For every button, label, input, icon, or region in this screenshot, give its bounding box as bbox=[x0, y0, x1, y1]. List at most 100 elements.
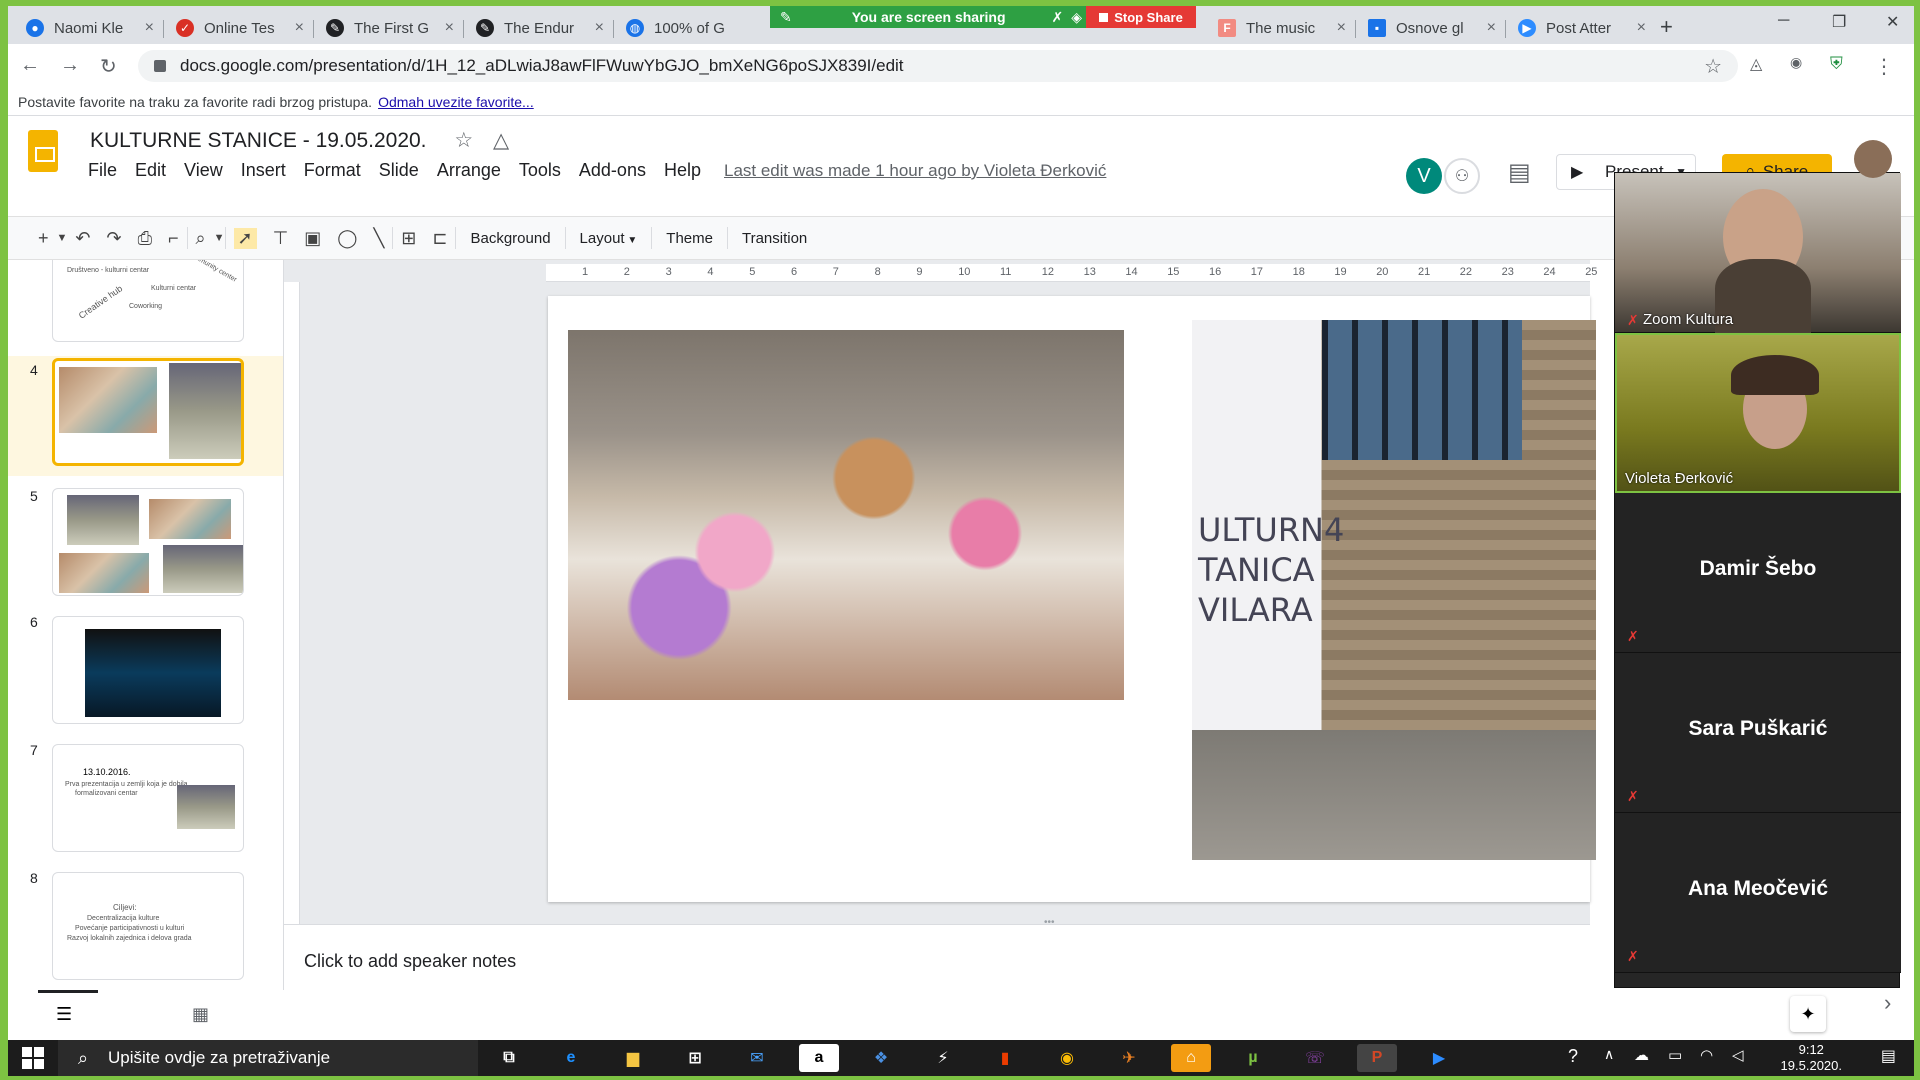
slide-thumbnail-6[interactable] bbox=[52, 616, 244, 724]
battery-icon[interactable]: ▭ bbox=[1668, 1046, 1682, 1064]
speaker-notes[interactable]: ••• Click to add speaker notes bbox=[284, 917, 1590, 1040]
zoom-icon[interactable]: ⌕ bbox=[196, 228, 206, 249]
account-avatar[interactable] bbox=[1854, 140, 1892, 178]
chrome-icon[interactable]: ◉ bbox=[1047, 1044, 1087, 1072]
tab-close-icon[interactable]: × bbox=[295, 19, 304, 37]
office-icon[interactable]: ▮ bbox=[985, 1044, 1025, 1072]
tab-close-icon[interactable]: × bbox=[1487, 19, 1496, 37]
participant-tile[interactable]: Violeta Đerković bbox=[1615, 333, 1901, 493]
minimize-icon[interactable]: ─ bbox=[1778, 12, 1789, 30]
edge-icon[interactable]: e bbox=[551, 1044, 591, 1072]
browser-tab[interactable]: ▶ Post Atter × bbox=[1508, 12, 1656, 44]
wifi-icon[interactable]: ◠ bbox=[1700, 1046, 1713, 1064]
menu-view[interactable]: View bbox=[184, 160, 223, 181]
chevron-down-icon[interactable]: ▼ bbox=[57, 232, 68, 244]
slide-image-building-bicycle[interactable]: ULTURN4 TANICA VILARA bbox=[1192, 320, 1596, 860]
new-tab-icon[interactable]: + bbox=[1660, 14, 1673, 40]
layout-button[interactable]: Layout ▼ bbox=[580, 230, 638, 247]
image-icon[interactable]: ▣ bbox=[304, 228, 321, 249]
stop-share-button[interactable]: Stop Share bbox=[1086, 6, 1196, 28]
resize-handle-icon[interactable]: ••• bbox=[1044, 917, 1055, 928]
browser-tab[interactable]: ✓ Online Tes × bbox=[166, 12, 314, 44]
reload-icon[interactable]: ↻ bbox=[100, 54, 117, 79]
file-explorer-icon[interactable]: ▆ bbox=[613, 1044, 653, 1072]
collaborator-avatar[interactable]: V bbox=[1406, 158, 1442, 194]
horizontal-ruler[interactable]: 1 2 3 4 5 6 7 8 9 10 11 12 13 14 15 16 17 18 19 20 21 22 23 24 2… bbox=[546, 264, 1597, 282]
tab-close-icon[interactable]: × bbox=[1637, 19, 1646, 37]
comment-icon[interactable]: ▤ bbox=[1508, 158, 1531, 187]
redo-icon[interactable]: ↷ bbox=[107, 228, 122, 249]
tab-close-icon[interactable]: × bbox=[145, 19, 154, 37]
app-icon[interactable]: ⌂ bbox=[1171, 1044, 1211, 1072]
app-icon[interactable]: ✈ bbox=[1109, 1044, 1149, 1072]
zoom-app-icon[interactable]: ▶ bbox=[1419, 1044, 1459, 1072]
forward-icon[interactable]: → bbox=[60, 54, 80, 77]
mic-muted-icon[interactable]: ✗ bbox=[1051, 9, 1063, 26]
participant-tile[interactable]: Ana Meočević ✗ bbox=[1615, 813, 1901, 973]
import-favorites-link[interactable]: Odmah uvezite favorite... bbox=[378, 94, 534, 110]
menu-slide[interactable]: Slide bbox=[379, 160, 419, 181]
browser-tab[interactable]: ✎ The First G × bbox=[316, 12, 464, 44]
menu-tools[interactable]: Tools bbox=[519, 160, 561, 181]
security-icon[interactable]: ◈ bbox=[1071, 9, 1082, 26]
task-view-icon[interactable]: ⧉ bbox=[489, 1044, 529, 1072]
text-box-icon[interactable]: ⊤ bbox=[273, 228, 289, 249]
move-to-drive-icon[interactable]: △ bbox=[493, 129, 509, 152]
shield-icon[interactable]: ⛨ bbox=[1830, 54, 1843, 74]
menu-arrange[interactable]: Arrange bbox=[437, 160, 501, 181]
mail-icon[interactable]: ✉ bbox=[737, 1044, 777, 1072]
browser-tab[interactable]: ● Naomi Kle × bbox=[16, 12, 164, 44]
print-icon[interactable]: ⎙ bbox=[138, 228, 152, 249]
volume-icon[interactable]: ◁ bbox=[1732, 1046, 1744, 1064]
participant-tile[interactable]: Damir Šebo ✗ bbox=[1615, 493, 1901, 653]
menu-addons[interactable]: Add-ons bbox=[579, 160, 646, 181]
paint-format-icon[interactable]: ⌐ bbox=[168, 228, 179, 249]
store-icon[interactable]: ⊞ bbox=[675, 1044, 715, 1072]
tab-close-icon[interactable]: × bbox=[1337, 19, 1346, 37]
explore-icon[interactable]: ✦ bbox=[1790, 996, 1826, 1032]
taskbar-search[interactable]: ⌕ Upišite ovdje za pretraživanje bbox=[58, 1040, 478, 1076]
current-slide[interactable]: ULTURN4 TANICA VILARA bbox=[548, 296, 1596, 902]
shape-icon[interactable]: ◯ bbox=[337, 228, 357, 249]
new-slide-icon[interactable]: + bbox=[38, 228, 49, 249]
dropbox-icon[interactable]: ❖ bbox=[861, 1044, 901, 1072]
select-cursor-icon[interactable]: ➚ bbox=[233, 227, 257, 249]
maximize-icon[interactable]: ❐ bbox=[1832, 12, 1846, 32]
collaborators-icon[interactable]: ⚇ bbox=[1444, 158, 1480, 194]
slide-image-children-workshop[interactable] bbox=[568, 330, 1124, 700]
transition-button[interactable]: Transition bbox=[742, 230, 807, 247]
clock[interactable]: 9:12 19.5.2020. bbox=[1781, 1042, 1842, 1074]
vertical-ruler[interactable] bbox=[284, 282, 300, 924]
viber-icon[interactable]: ☏ bbox=[1295, 1044, 1335, 1072]
star-icon[interactable]: ☆ bbox=[454, 129, 473, 152]
utorrent-icon[interactable]: µ bbox=[1233, 1044, 1273, 1072]
extension-icon[interactable]: ◬ bbox=[1750, 54, 1762, 74]
menu-format[interactable]: Format bbox=[304, 160, 361, 181]
app-icon[interactable]: ⚡ bbox=[923, 1044, 963, 1072]
slide-thumbnail-7[interactable]: 13.10.2016. Prva prezentacija u zemlji k… bbox=[52, 744, 244, 852]
notifications-icon[interactable]: ▤ bbox=[1881, 1046, 1896, 1066]
menu-edit[interactable]: Edit bbox=[135, 160, 166, 181]
slide-thumbnail-5[interactable] bbox=[52, 488, 244, 596]
menu-help[interactable]: Help bbox=[664, 160, 701, 181]
slide-thumbnail-4[interactable] bbox=[52, 358, 244, 466]
close-window-icon[interactable]: ✕ bbox=[1886, 12, 1899, 32]
tab-close-icon[interactable]: × bbox=[595, 19, 604, 37]
undo-icon[interactable]: ↶ bbox=[75, 228, 90, 249]
background-button[interactable]: Background bbox=[470, 230, 550, 247]
slide-thumbnail-3[interactable]: Društveno - kulturni centar Creative hub… bbox=[52, 260, 244, 342]
menu-file[interactable]: File bbox=[88, 160, 117, 181]
slide-thumbnail-8[interactable]: Ciljevi: Decentralizacija kulture Poveća… bbox=[52, 872, 244, 980]
slides-logo-icon[interactable] bbox=[28, 130, 58, 172]
chevron-down-icon[interactable]: ▼ bbox=[214, 232, 225, 244]
filmstrip-view-icon[interactable]: ☰ bbox=[56, 1004, 72, 1025]
back-icon[interactable]: ← bbox=[20, 54, 40, 77]
insert-comment-icon[interactable]: ⊞ bbox=[401, 228, 416, 249]
line-icon[interactable]: ╲ bbox=[373, 228, 384, 249]
powerpoint-icon[interactable]: P bbox=[1357, 1044, 1397, 1072]
grid-view-icon[interactable]: ▦ bbox=[192, 1004, 209, 1025]
browser-tab[interactable]: ▪ Osnove gl × bbox=[1358, 12, 1506, 44]
profile-icon[interactable]: ◉ bbox=[1790, 54, 1802, 71]
last-edit-link[interactable]: Last edit was made 1 hour ago by Violeta… bbox=[724, 161, 1106, 181]
theme-button[interactable]: Theme bbox=[666, 230, 713, 247]
